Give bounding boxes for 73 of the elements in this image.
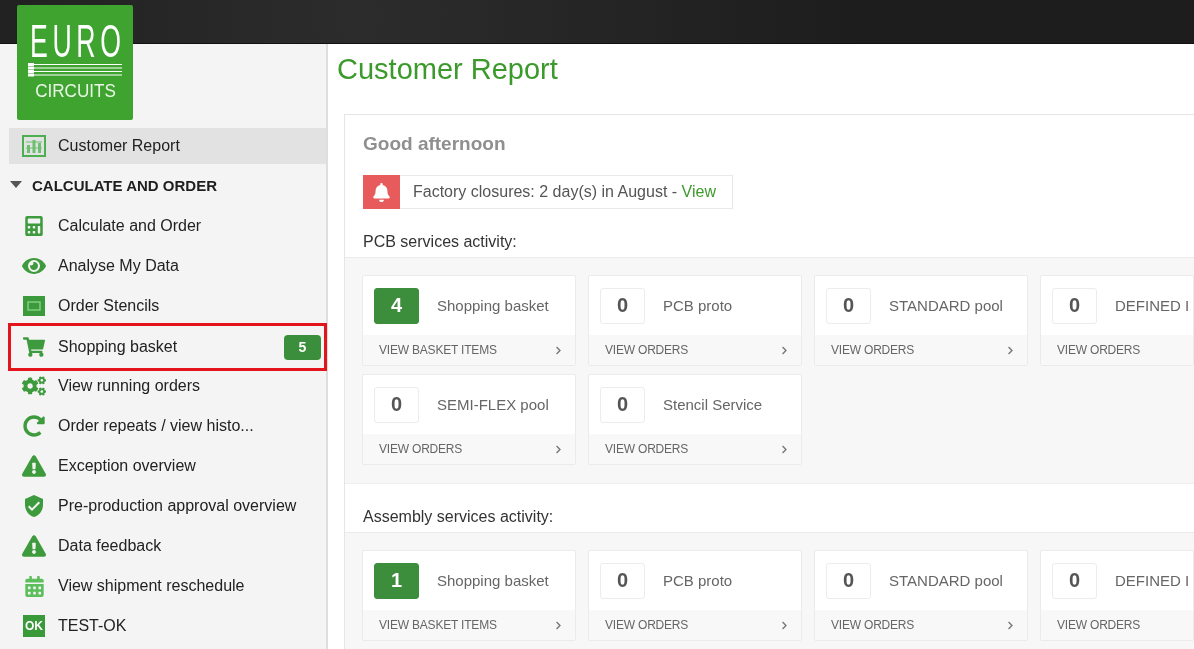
sidebar-item[interactable]: Order repeats / view histo... — [9, 406, 326, 446]
sidebar-item[interactable]: Analyse My Data — [9, 246, 326, 286]
card-title: STANDARD pool — [889, 297, 1003, 314]
chevron-right-icon — [554, 345, 563, 355]
closure-notice: Factory closures: 2 day(s) in August - View — [400, 175, 733, 209]
shield-check-icon — [22, 494, 46, 518]
item-count: 0 — [600, 562, 645, 599]
warning-icon — [22, 534, 46, 558]
card-footer-link[interactable]: VIEW ORDERS — [815, 610, 1027, 640]
card-title: PCB proto — [663, 297, 733, 314]
chevron-right-icon — [1006, 620, 1015, 630]
section-title: PCB services activity: — [363, 232, 517, 252]
chevron-right-icon — [780, 345, 789, 355]
sidebar-item[interactable]: Order Stencils — [9, 286, 326, 326]
sidebar-item[interactable]: Exception overview — [9, 446, 326, 486]
sidebar-item[interactable]: Data feedback — [9, 526, 326, 566]
sidebar-item[interactable]: Customer Report — [9, 128, 326, 164]
card-footer-link[interactable]: VIEW ORDERS — [1041, 335, 1193, 365]
card-title: DEFINED I — [1115, 572, 1190, 589]
trace-lines-icon — [28, 63, 122, 77]
item-count: 0 — [826, 562, 871, 599]
card-title: DEFINED I — [1115, 297, 1190, 314]
cart-icon — [23, 336, 45, 358]
item-count: 0 — [1052, 287, 1097, 324]
bar-chart-icon — [22, 135, 46, 157]
refresh-icon — [23, 415, 45, 437]
chevron-right-icon — [780, 620, 789, 630]
card-title: STANDARD pool — [889, 572, 1003, 589]
sidebar-item[interactable]: Calculate and Order — [9, 206, 326, 246]
sidebar-item[interactable]: View shipment reschedule — [9, 566, 326, 606]
item-count: 0 — [374, 386, 419, 423]
section-header[interactable]: CALCULATE AND ORDER — [0, 164, 217, 206]
card-footer-link[interactable]: VIEW BASKET ITEMS — [363, 335, 575, 365]
item-count: 1 — [374, 562, 419, 599]
page-title: Customer Report — [337, 52, 558, 86]
sidebar-item[interactable]: OK TEST-OK — [9, 606, 326, 646]
item-count: 0 — [600, 287, 645, 324]
chevron-right-icon — [554, 444, 563, 454]
calendar-icon — [23, 575, 45, 597]
greeting: Good afternoon — [363, 132, 506, 156]
frame-icon — [23, 296, 45, 316]
card-title: Shopping basket — [437, 572, 549, 589]
section-title: Assembly services activity: — [363, 507, 554, 527]
card-title: PCB proto — [663, 572, 733, 589]
item-count: 0 — [1052, 562, 1097, 599]
card-footer-link[interactable]: VIEW ORDERS — [815, 335, 1027, 365]
card-footer-link[interactable]: VIEW ORDERS — [589, 335, 801, 365]
count-badge: 5 — [284, 334, 321, 360]
card-footer-link[interactable]: VIEW ORDERS — [363, 434, 575, 464]
warning-icon — [22, 454, 46, 478]
chevron-right-icon — [1006, 345, 1015, 355]
card-footer-link[interactable]: VIEW ORDERS — [589, 610, 801, 640]
view-link[interactable]: View — [681, 183, 716, 200]
card-title: Shopping basket — [437, 297, 549, 314]
item-count: 0 — [600, 386, 645, 423]
chevron-right-icon — [554, 620, 563, 630]
logo-text: CIRCUITS — [34, 80, 116, 102]
item-count: 0 — [826, 287, 871, 324]
sidebar-item[interactable]: Shopping basket 5 — [8, 323, 327, 371]
card-footer-link[interactable]: VIEW ORDERS — [1041, 610, 1193, 640]
chevron-right-icon — [780, 444, 789, 454]
card-title: Stencil Service — [663, 396, 763, 413]
card-footer-link[interactable]: VIEW ORDERS — [589, 434, 801, 464]
caret-down-icon — [10, 181, 22, 189]
card-title: SEMI-FLEX pool — [437, 396, 549, 413]
item-count: 4 — [374, 287, 419, 324]
sidebar-item[interactable]: Pre-production approval overview — [9, 486, 326, 526]
logo-text: EURO — [28, 19, 126, 63]
card-footer-link[interactable]: VIEW BASKET ITEMS — [363, 610, 575, 640]
ok-tag: OK — [23, 615, 45, 637]
bell-icon — [363, 175, 400, 209]
calculator-icon — [24, 216, 44, 236]
gears-icon — [22, 374, 46, 398]
